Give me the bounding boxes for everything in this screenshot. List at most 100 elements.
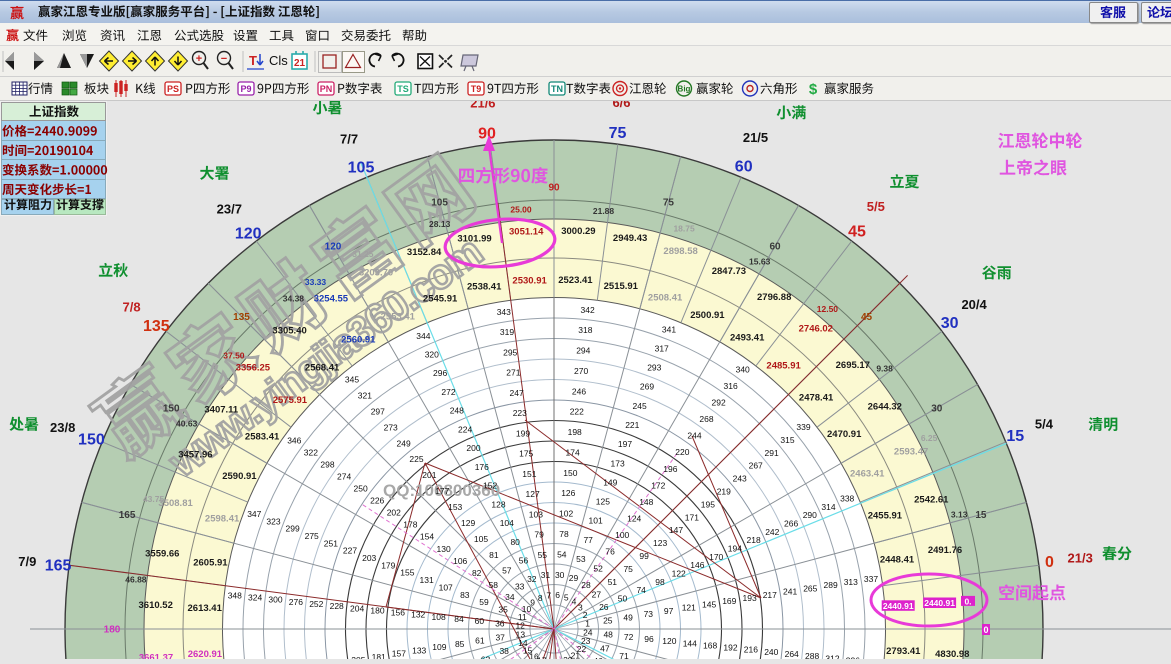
svg-text:90: 90	[548, 183, 560, 194]
svg-text:197: 197	[618, 439, 632, 449]
svg-text:2553.41: 2553.41	[381, 311, 416, 322]
svg-text:220: 220	[675, 447, 689, 457]
svg-text:154: 154	[420, 532, 434, 542]
svg-text:147: 147	[669, 525, 683, 535]
svg-text:203: 203	[362, 553, 376, 563]
svg-text:72: 72	[624, 632, 634, 642]
svg-text:TS: TS	[397, 84, 409, 94]
svg-text:96: 96	[644, 634, 654, 644]
svg-text:23: 23	[581, 636, 591, 646]
svg-text:21: 21	[294, 58, 306, 69]
svg-text:148: 148	[639, 497, 653, 507]
svg-text:242: 242	[765, 527, 779, 537]
svg-text:28: 28	[581, 580, 591, 590]
svg-text:2593.47: 2593.47	[894, 447, 928, 458]
svg-text:245: 245	[633, 401, 647, 411]
svg-text:144: 144	[683, 638, 697, 648]
svg-text:100: 100	[615, 530, 629, 540]
svg-text:2455.91: 2455.91	[868, 511, 903, 522]
svg-text:247: 247	[510, 388, 524, 398]
svg-text:2508.41: 2508.41	[648, 293, 683, 304]
svg-text:90: 90	[478, 126, 496, 143]
svg-text:83: 83	[460, 590, 470, 600]
svg-text:151: 151	[522, 469, 536, 479]
svg-text:37.50: 37.50	[223, 351, 245, 361]
svg-text:2493.41: 2493.41	[730, 333, 765, 344]
svg-text:192: 192	[723, 643, 737, 653]
svg-text:131: 131	[420, 575, 434, 585]
svg-text:313: 313	[844, 577, 858, 587]
svg-text:264: 264	[785, 649, 799, 659]
svg-text:6: 6	[555, 590, 560, 600]
svg-text:75: 75	[663, 198, 675, 209]
svg-text:5/5: 5/5	[867, 199, 885, 214]
svg-text:31: 31	[541, 570, 551, 580]
svg-text:222: 222	[570, 407, 584, 417]
svg-text:316: 316	[724, 381, 738, 391]
svg-text:2463.41: 2463.41	[850, 468, 885, 479]
svg-text:7/8: 7/8	[123, 300, 141, 315]
svg-text:59: 59	[479, 597, 489, 607]
svg-text:172: 172	[651, 480, 665, 490]
svg-text:84: 84	[454, 614, 464, 624]
svg-text:165: 165	[45, 558, 72, 575]
svg-text:9.38: 9.38	[876, 363, 893, 373]
svg-text:0: 0	[983, 625, 988, 635]
svg-text:342: 342	[581, 305, 595, 315]
svg-text:344: 344	[416, 331, 430, 341]
svg-text:77: 77	[583, 535, 593, 545]
svg-text:75: 75	[609, 125, 627, 142]
svg-text:23/7: 23/7	[217, 201, 242, 216]
svg-text:338: 338	[840, 493, 854, 503]
svg-text:180: 180	[104, 625, 121, 636]
svg-text:181: 181	[372, 652, 386, 659]
svg-text:7: 7	[546, 590, 551, 600]
svg-text:5: 5	[564, 592, 569, 602]
svg-text:2542.61: 2542.61	[914, 495, 949, 506]
svg-text:177: 177	[435, 486, 449, 496]
svg-text:2793.41: 2793.41	[886, 646, 921, 657]
svg-text:7/7: 7/7	[340, 132, 358, 147]
svg-text:2560.91: 2560.91	[341, 334, 376, 345]
svg-text:341: 341	[662, 324, 676, 334]
svg-text:30: 30	[941, 315, 959, 332]
svg-text:73: 73	[644, 609, 654, 619]
svg-text:37: 37	[495, 633, 505, 643]
svg-text:173: 173	[611, 458, 625, 468]
svg-text:252: 252	[309, 599, 323, 609]
svg-text:62: 62	[481, 655, 491, 660]
svg-text:2523.41: 2523.41	[558, 275, 593, 286]
svg-text:78: 78	[559, 529, 569, 539]
svg-text:+: +	[196, 53, 202, 65]
svg-text:81: 81	[489, 550, 499, 560]
svg-text:337: 337	[864, 574, 878, 584]
svg-text:156: 156	[391, 608, 405, 618]
svg-text:204: 204	[350, 603, 364, 613]
svg-text:343: 343	[497, 307, 511, 317]
svg-text:292: 292	[712, 398, 726, 408]
svg-text:82: 82	[472, 568, 482, 578]
svg-text:21/6: 21/6	[470, 101, 495, 110]
svg-text:2575.91: 2575.91	[273, 395, 308, 406]
svg-text:290: 290	[803, 510, 817, 520]
svg-text:120: 120	[235, 225, 262, 242]
svg-text:25: 25	[603, 616, 613, 626]
svg-text:322: 322	[304, 447, 318, 457]
svg-text:228: 228	[330, 601, 344, 611]
svg-text:205: 205	[351, 655, 365, 659]
svg-text:Cls: Cls	[269, 53, 288, 68]
svg-text:217: 217	[763, 590, 777, 600]
svg-text:99: 99	[639, 551, 649, 561]
svg-text:26: 26	[599, 602, 609, 612]
svg-text:104: 104	[500, 518, 514, 528]
svg-text:202: 202	[387, 508, 401, 518]
svg-text:146: 146	[690, 560, 704, 570]
svg-text:318: 318	[578, 325, 592, 335]
svg-text:43.75: 43.75	[143, 494, 165, 504]
svg-text:61: 61	[475, 636, 485, 646]
svg-text:103: 103	[529, 509, 543, 519]
svg-text:108: 108	[432, 612, 446, 622]
svg-text:266: 266	[784, 519, 798, 529]
svg-text:317: 317	[655, 344, 669, 354]
svg-text:324: 324	[248, 593, 262, 603]
